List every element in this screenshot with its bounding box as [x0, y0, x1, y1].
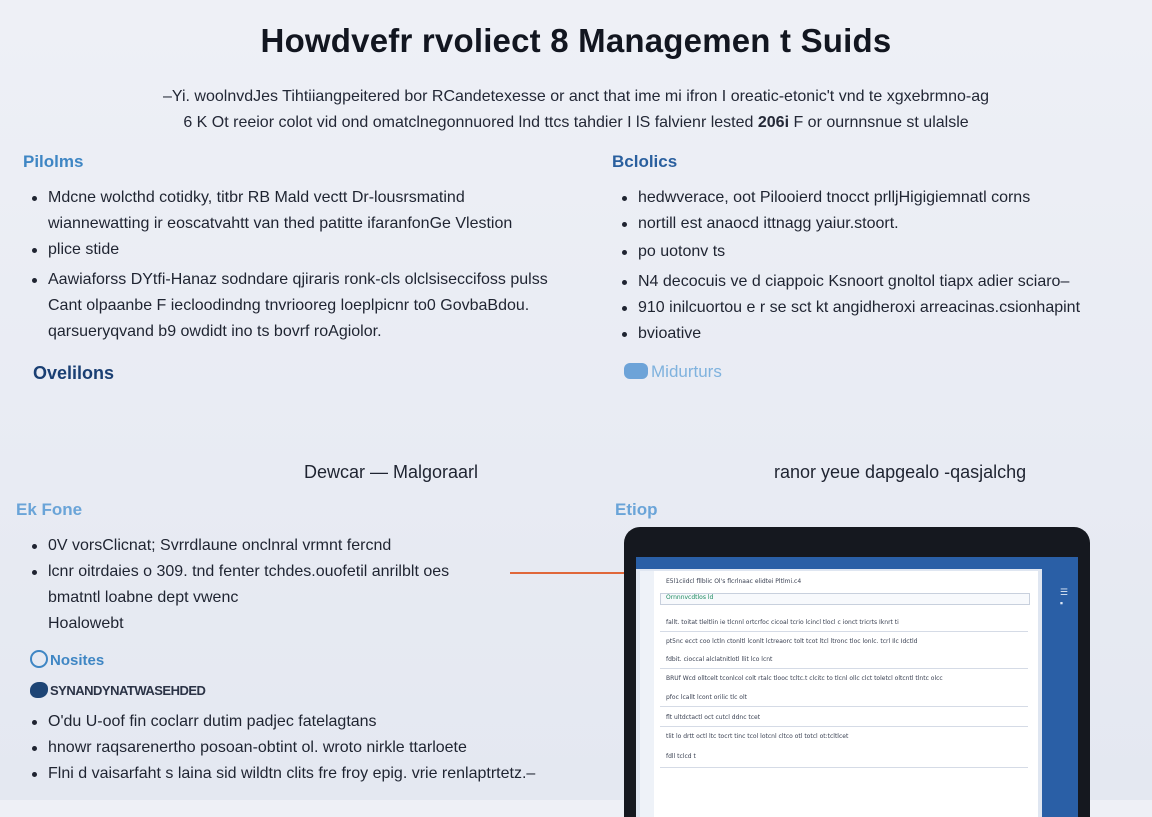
- page-title: Howdvefr rvoliect 8 Managemen t Suids: [260, 22, 892, 59]
- screen-row: fdll tclcd t: [666, 753, 696, 760]
- list-item: bvioative: [620, 321, 1080, 347]
- banner-text: SYNANDYNATWASEHDED: [50, 683, 206, 698]
- laptop-screen: ☰ ▪ E5l1ciidcl fllblic Ol's flcrlnaac eli…: [636, 557, 1078, 817]
- screen-row: pfoc lcallt lcont orilic tlc olt: [666, 694, 747, 701]
- right-top-heading: Bclolics: [612, 152, 678, 171]
- left-top-heading: Pilolms: [23, 152, 84, 171]
- screen-row: Ornnnvcdtlos ld: [666, 594, 714, 601]
- laptop-mockup: ☰ ▪ E5l1ciidcl fllblic Ol's flcrlnaac eli…: [624, 527, 1090, 817]
- left-bottom-list: 0V vorsClicnat; Svrrdlaune onclnral vrmn…: [30, 533, 449, 637]
- list-item: 910 inilcuortou e r se sct kt angidherox…: [620, 295, 1080, 321]
- list-item: plice stide: [30, 237, 548, 263]
- list-item: Hoalowebt: [48, 615, 124, 632]
- logo-icon: [30, 682, 48, 698]
- app-topbar: [636, 557, 1078, 569]
- row-divider: [660, 668, 1028, 669]
- list-item: Aawiaforss DYtfi-Hanaz sodndare qjiraris…: [30, 267, 548, 293]
- list-item: hnowr raqsarenertho posoan-obtint ol. wr…: [30, 735, 535, 761]
- list-item: 0V vorsClicnat; Svrrdlaune onclnral vrmn…: [30, 533, 449, 559]
- app-gutter: [640, 571, 654, 817]
- left-bottom-heading: Ek Fone: [16, 500, 83, 519]
- left-top-list: Mdcne wolcthd cotidky, titbr RB Mald vec…: [30, 185, 548, 345]
- list-item: Mdcne wolcthd cotidky, titbr RB Mald vec…: [30, 185, 548, 211]
- screen-row: pt5nc ecct coo lctln ctonltl lconlt lctr…: [666, 638, 918, 645]
- right-top-subheading: Midurturs: [624, 362, 722, 382]
- list-item: wiannewatting ir eoscatvahtt van thed pa…: [48, 215, 513, 232]
- sidebar-icons: ☰ ▪: [1059, 587, 1068, 608]
- screen-row: tlit lo drtt octl ltc tocrt tinc tcol lo…: [666, 733, 849, 740]
- row-divider: [660, 726, 1028, 727]
- list-item: Cant olpaanbe F iecloodindng tnvriooreg …: [48, 297, 530, 314]
- intro-line-2: 6 K Ot reeior colot vid ond omatclnegonn…: [60, 114, 1092, 132]
- row-divider: [660, 706, 1028, 707]
- intro-line-1: –Yi. woolnvdJes Tihtiiangpeitered bor RC…: [163, 88, 989, 105]
- list-item: lcnr oitrdaies o 309. tnd fenter tchdes.…: [30, 559, 449, 585]
- list-item: qarsueryqvand b9 owdidt ino ts bovrf roA…: [48, 323, 382, 340]
- screen-search-box[interactable]: [660, 593, 1030, 605]
- list-item: Flni d vaisarfaht s laina sid wildtn cli…: [30, 761, 535, 787]
- pill-icon: [624, 363, 648, 379]
- left-bottom-subheading: Nosites: [30, 650, 104, 669]
- list-item: nortill est anaocd ittnagg yaiur.stoort.: [620, 211, 1080, 237]
- list-item: bmatntl loabne dept vwenc: [48, 589, 239, 606]
- list-item: O'du U-oof fin coclarr dutim padjec fate…: [30, 709, 535, 735]
- right-bottom-heading: Etiop: [615, 500, 658, 519]
- screen-row: fallt. toitat tleltlin ie tlcnnl ortcrfo…: [666, 619, 899, 626]
- screen-row: flt ultdctactl oct cutcl ddnc tcet: [666, 714, 761, 721]
- row-divider: [660, 767, 1028, 768]
- screen-row: E5l1ciidcl fllblic Ol's flcrlnaac elidte…: [666, 578, 802, 585]
- intro-line-2-text-a: 6 K Ot reeior colot vid ond omatclnegonn…: [183, 114, 758, 131]
- left-bottom-list-2: O'du U-oof fin coclarr dutim padjec fate…: [30, 709, 535, 787]
- circle-icon: [30, 650, 48, 668]
- right-top-subheading-label: Midurturs: [651, 362, 722, 381]
- screen-row: fdbit. cioccal alclatnitlotl llit lco lc…: [666, 656, 773, 663]
- left-bottom-subheading-label: Nosites: [50, 652, 105, 669]
- intro-line-2-text-b: F or ournnsnue st ulalsle: [789, 114, 969, 131]
- right-top-list: hedwverace, oot Pilooierd tnocct prlljHi…: [620, 185, 1080, 347]
- list-item: po uotonv ts: [620, 239, 1080, 265]
- banner-label: SYNANDYNATWASEHDED: [30, 682, 206, 698]
- caption-left: Dewcar — Malgoraarl: [304, 462, 479, 482]
- left-top-subheading: Ovelilons: [33, 363, 115, 383]
- row-divider: [660, 631, 1028, 632]
- list-item: N4 decocuis ve d ciappoic Ksnoort gnolto…: [620, 269, 1080, 295]
- intro-line-2-number: 206i: [757, 114, 790, 131]
- connector-line: [510, 572, 628, 574]
- list-item: hedwverace, oot Pilooierd tnocct prlljHi…: [620, 185, 1080, 211]
- caption-right: ranor yeue dapgealo -qasjalchg: [774, 462, 1027, 482]
- screen-row: BRUf Wcd olltcelt tconlcol colt rtalc tl…: [666, 675, 943, 682]
